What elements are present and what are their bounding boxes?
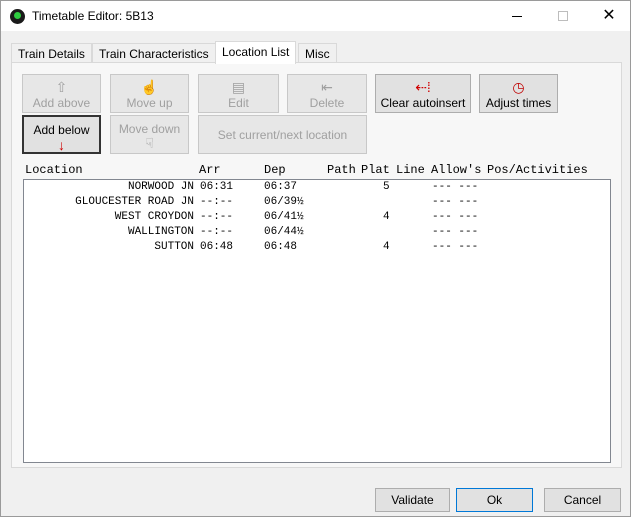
delete-icon: ⇤ (321, 79, 333, 95)
set-current-next-label: Set current/next location (217, 127, 348, 142)
title-bar: Timetable Editor: 5B13 ✕ (1, 1, 630, 31)
tab-misc[interactable]: Misc (298, 43, 337, 63)
col-path: Path (327, 163, 356, 177)
add-below-button[interactable]: Add below ↓ (22, 115, 101, 154)
row-dep: 06/39½ (264, 196, 304, 208)
move-down-label: Move down (118, 122, 181, 136)
move-up-label: Move up (126, 96, 173, 110)
autoinsert-icon: ⇠⁞ (415, 79, 431, 95)
tab-train-details[interactable]: Train Details (11, 43, 92, 63)
row-location: SUTTON (154, 241, 194, 253)
edit-icon: ▤ (231, 79, 246, 95)
arrow-down-icon: ↓ (58, 137, 65, 153)
minimize-icon (512, 15, 522, 17)
close-button[interactable]: ✕ (586, 1, 631, 31)
row-arr: 06:31 (200, 181, 234, 193)
row-location: WALLINGTON (127, 226, 194, 238)
row-plat: 4 (383, 211, 390, 223)
app-icon (10, 9, 25, 24)
add-below-label: Add below (33, 123, 90, 137)
row-arr: --:-- (200, 211, 234, 223)
adjust-times-button[interactable]: ◷ Adjust times (479, 74, 558, 113)
validate-button[interactable]: Validate (375, 488, 450, 512)
col-dep: Dep (264, 163, 286, 177)
set-current-next-location-button[interactable]: Set current/next location (198, 115, 367, 154)
row-location: NORWOOD JN (127, 181, 194, 193)
maximize-button[interactable] (540, 1, 586, 31)
row-dep: 06:48 (264, 241, 298, 253)
row-arr: 06:48 (200, 241, 234, 253)
row-location: GLOUCESTER ROAD JN (75, 196, 194, 208)
col-plat: Plat (361, 163, 390, 177)
timetable-editor-window: Timetable Editor: 5B13 ✕ Train Details T… (0, 0, 631, 517)
row-arr: --:-- (200, 226, 234, 238)
row-dep: 06:37 (264, 181, 298, 193)
pointing-hand-down-icon: ☟ (145, 135, 154, 151)
list-item[interactable]: NORWOOD JN 06:31 06:37 5 --- --- (24, 181, 478, 196)
location-listbox[interactable]: NORWOOD JN 06:31 06:37 5 --- --- GLOUCES… (23, 179, 611, 463)
col-location: Location (25, 163, 83, 177)
cancel-button[interactable]: Cancel (544, 488, 621, 512)
row-plat: 4 (383, 241, 390, 253)
list-item[interactable]: WALLINGTON --:-- 06/44½ --- --- (24, 226, 478, 241)
add-above-button[interactable]: ⇧ Add above (22, 74, 101, 113)
move-down-button[interactable]: Move down ☟ (110, 115, 189, 154)
tab-train-characteristics[interactable]: Train Characteristics (92, 43, 216, 63)
close-icon: ✕ (602, 7, 616, 24)
row-allows: --- --- (432, 211, 479, 223)
col-arr: Arr (199, 163, 221, 177)
pointing-hand-up-icon: ☝ (140, 79, 159, 95)
arrow-up-icon: ⇧ (55, 79, 68, 95)
row-dep: 06/44½ (264, 226, 304, 238)
row-allows: --- --- (432, 196, 479, 208)
maximize-icon (558, 11, 568, 21)
window-title: Timetable Editor: 5B13 (32, 9, 154, 23)
row-allows: --- --- (432, 241, 479, 253)
col-allows: Allow's (431, 163, 482, 177)
adjust-times-label: Adjust times (485, 96, 552, 110)
edit-button[interactable]: ▤ Edit (198, 74, 279, 113)
list-item[interactable]: WEST CROYDON --:-- 06/41½ 4 --- --- (24, 211, 478, 226)
row-plat: 5 (383, 181, 390, 193)
row-allows: --- --- (432, 181, 479, 193)
minimize-button[interactable] (494, 1, 540, 31)
clear-autoinsert-button[interactable]: ⇠⁞ Clear autoinsert (375, 74, 471, 113)
list-item[interactable]: SUTTON 06:48 06:48 4 --- --- (24, 241, 478, 256)
delete-label: Delete (309, 96, 345, 110)
clock-icon: ◷ (512, 79, 525, 95)
add-above-label: Add above (32, 96, 91, 110)
delete-button[interactable]: ⇤ Delete (287, 74, 367, 113)
clear-autoinsert-label: Clear autoinsert (380, 96, 466, 110)
list-item[interactable]: GLOUCESTER ROAD JN --:-- 06/39½ --- --- (24, 196, 478, 211)
row-dep: 06/41½ (264, 211, 304, 223)
ok-button[interactable]: Ok (456, 488, 533, 512)
row-arr: --:-- (200, 196, 234, 208)
edit-label: Edit (228, 96, 249, 110)
col-pos-activities: Pos/Activities (487, 163, 588, 177)
row-location: WEST CROYDON (114, 211, 194, 223)
col-line: Line (396, 163, 425, 177)
row-allows: --- --- (432, 226, 479, 238)
move-up-button[interactable]: ☝ Move up (110, 74, 189, 113)
tab-location-list[interactable]: Location List (215, 41, 297, 64)
